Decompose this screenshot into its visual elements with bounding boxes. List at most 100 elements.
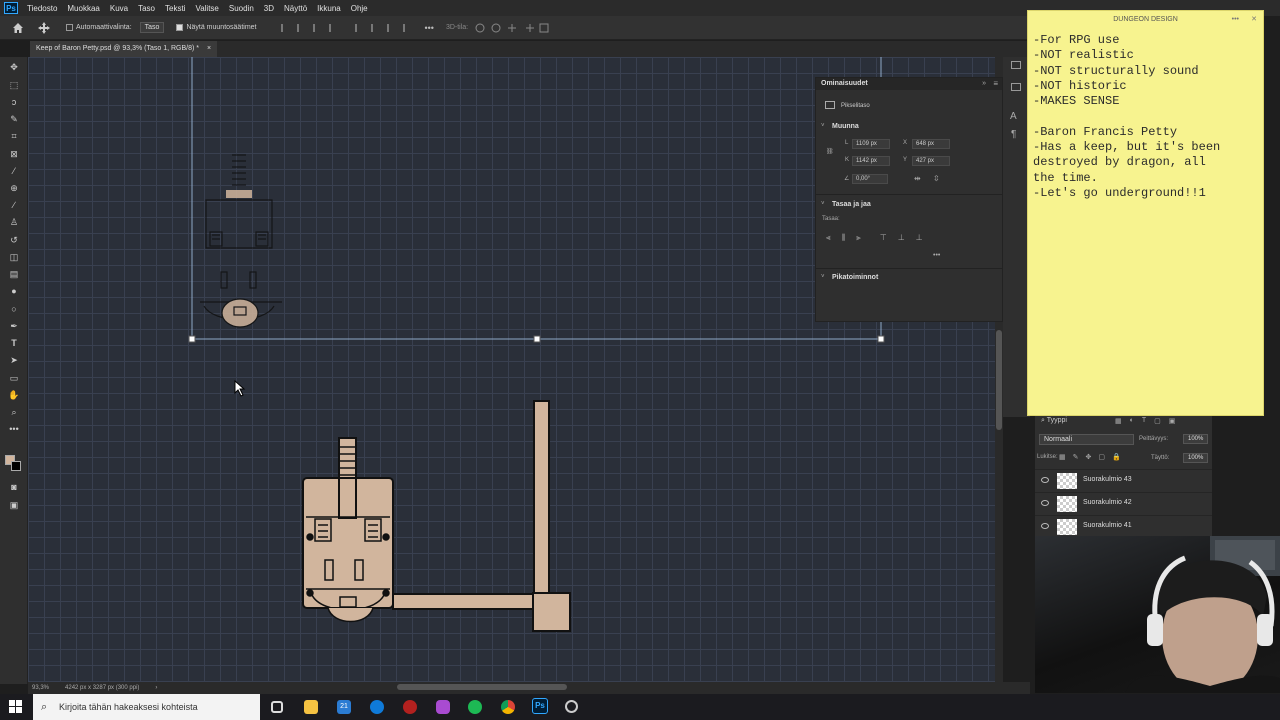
align-heading[interactable]: Tasaa ja jaa bbox=[832, 201, 871, 208]
document-tab[interactable]: Keep of Baron Petty.psd @ 93,3% (Taso 1,… bbox=[30, 41, 218, 57]
filter-pixel-icon[interactable]: ▦ bbox=[1115, 417, 1122, 425]
flip-horizontal-icon[interactable]: ⇹ bbox=[914, 174, 921, 183]
calendar-icon[interactable]: 21 bbox=[337, 700, 351, 714]
edge-browser-icon[interactable] bbox=[370, 700, 384, 714]
fill-field[interactable]: 100% bbox=[1183, 453, 1209, 463]
more-align-options-icon[interactable]: ••• bbox=[933, 252, 940, 259]
hand-tool-icon[interactable]: ✋ bbox=[7, 389, 21, 401]
align-right-icon[interactable] bbox=[312, 23, 321, 32]
more-options-icon[interactable]: ••• bbox=[425, 23, 434, 33]
3d-tools-icons[interactable] bbox=[474, 22, 554, 34]
distribute-icon[interactable] bbox=[328, 23, 337, 32]
align-bottom-icon[interactable] bbox=[386, 23, 395, 32]
rectangle-tool-icon[interactable]: ▭ bbox=[7, 372, 21, 384]
show-transform-checkbox[interactable] bbox=[176, 24, 184, 31]
sticky-menu-icon[interactable]: ••• bbox=[1232, 11, 1239, 29]
align-left-edges-icon[interactable]: ⫷ bbox=[826, 233, 831, 243]
align-right-edges-icon[interactable]: ⫸ bbox=[856, 233, 861, 243]
brush-tool-icon[interactable]: ∕ bbox=[7, 199, 21, 211]
quick-actions-heading[interactable]: Pikatoiminnot bbox=[832, 274, 878, 281]
menu-filter[interactable]: Suodin bbox=[224, 4, 259, 13]
eyedropper-tool-icon[interactable]: ⁄ bbox=[7, 165, 21, 177]
zoom-readout[interactable]: 93,3% bbox=[32, 685, 49, 691]
zoom-tool-icon[interactable]: ⌕ bbox=[7, 406, 21, 418]
transform-chevron-icon[interactable]: ˅ bbox=[821, 123, 825, 129]
width-field[interactable]: 1109 px bbox=[852, 139, 890, 149]
lock-position-icon[interactable]: ✥ bbox=[1086, 453, 1092, 461]
crop-tool-icon[interactable]: ⌗ bbox=[7, 130, 21, 142]
chrome-icon[interactable] bbox=[501, 700, 515, 714]
quick-actions-chevron-icon[interactable]: ˅ bbox=[821, 274, 825, 280]
menu-select[interactable]: Valitse bbox=[190, 4, 223, 13]
blend-mode-dropdown[interactable]: Normaali bbox=[1039, 434, 1134, 445]
align-top-icon[interactable] bbox=[354, 23, 363, 32]
align-bottom-edges-icon[interactable]: ⊥ bbox=[916, 233, 923, 243]
taskbar-search-box[interactable]: ⌕ Kirjoita tähän hakeaksesi kohteista bbox=[33, 694, 260, 720]
gradient-tool-icon[interactable]: ▤ bbox=[7, 268, 21, 280]
file-explorer-icon[interactable] bbox=[304, 700, 318, 714]
collapse-panel-icon[interactable]: » bbox=[982, 80, 986, 87]
filter-type-icon[interactable]: T bbox=[1142, 417, 1146, 425]
obs-icon[interactable] bbox=[565, 700, 578, 713]
screen-mode-icon[interactable]: ▣ bbox=[7, 499, 21, 511]
align-top-edges-icon[interactable]: ⊤ bbox=[880, 233, 887, 243]
spotify-icon[interactable] bbox=[468, 700, 482, 714]
menu-window[interactable]: Ikkuna bbox=[312, 4, 346, 13]
height-field[interactable]: 1142 px bbox=[852, 156, 890, 166]
eye-icon[interactable] bbox=[1041, 523, 1049, 529]
properties-title[interactable]: Ominaisuudet bbox=[816, 78, 1002, 90]
align-center-icon[interactable] bbox=[296, 23, 305, 32]
sticky-note-header[interactable]: DUNGEON DESIGN ••• ✕ bbox=[1028, 11, 1263, 29]
background-color-swatch[interactable] bbox=[11, 461, 21, 471]
davinci-icon[interactable] bbox=[403, 700, 417, 714]
pen-tool-icon[interactable]: ✒ bbox=[7, 320, 21, 332]
quick-mask-icon[interactable]: ◙ bbox=[7, 481, 21, 493]
opacity-field[interactable]: 100% bbox=[1183, 434, 1209, 444]
task-view-icon[interactable] bbox=[271, 701, 283, 713]
distribute-vertical-icon[interactable] bbox=[402, 23, 411, 32]
photoshop-taskbar-icon[interactable]: Ps bbox=[532, 698, 548, 714]
vertical-scroll-thumb[interactable] bbox=[996, 330, 1002, 430]
menu-file[interactable]: Tiedosto bbox=[22, 4, 62, 13]
type-tool-icon[interactable]: T bbox=[7, 337, 21, 349]
menu-type[interactable]: Teksti bbox=[160, 4, 190, 13]
lasso-tool-icon[interactable]: ↄ bbox=[7, 96, 21, 108]
layer-row[interactable]: Suorakulmio 41 bbox=[1035, 515, 1212, 537]
sticky-close-icon[interactable]: ✕ bbox=[1251, 11, 1257, 29]
paragraph-panel-icon[interactable]: ¶ bbox=[1011, 129, 1016, 140]
align-left-icon[interactable] bbox=[280, 23, 289, 32]
blur-tool-icon[interactable]: ● bbox=[7, 285, 21, 297]
panel-menu-icon[interactable]: ≡ bbox=[993, 79, 998, 88]
eraser-tool-icon[interactable]: ◫ bbox=[7, 251, 21, 263]
y-field[interactable]: 427 px bbox=[912, 156, 950, 166]
filter-shape-icon[interactable]: ▢ bbox=[1154, 417, 1161, 425]
layer-comps-icon[interactable] bbox=[1011, 61, 1021, 69]
show-transform-option[interactable]: Näytä muuntosäätimet bbox=[176, 24, 257, 31]
lock-transparent-icon[interactable]: ▦ bbox=[1059, 453, 1066, 461]
align-chevron-icon[interactable]: ˅ bbox=[821, 201, 825, 207]
auto-select-checkbox[interactable] bbox=[66, 24, 73, 31]
align-middle-icon[interactable] bbox=[370, 23, 379, 32]
marquee-tool-icon[interactable]: ⬚ bbox=[7, 79, 21, 91]
history-panel-icon[interactable] bbox=[1011, 83, 1021, 91]
auto-select-option[interactable]: Automaattivalinta: bbox=[66, 24, 132, 31]
history-brush-tool-icon[interactable]: ↺ bbox=[7, 234, 21, 246]
filter-adjust-icon[interactable]: ◐ bbox=[1130, 417, 1134, 425]
auto-select-target-dropdown[interactable]: Taso bbox=[139, 22, 165, 33]
menu-3d[interactable]: 3D bbox=[259, 4, 279, 13]
layer-row[interactable]: Suorakulmio 43 bbox=[1035, 469, 1212, 491]
sticky-note-text[interactable]: -For RPG use -NOT realistic -NOT structu… bbox=[1028, 29, 1263, 201]
menu-image[interactable]: Kuva bbox=[105, 4, 133, 13]
flip-vertical-icon[interactable]: ⇳ bbox=[933, 174, 940, 183]
dodge-tool-icon[interactable]: ○ bbox=[7, 303, 21, 315]
move-tool-icon[interactable]: ✥ bbox=[7, 61, 21, 73]
quick-select-tool-icon[interactable]: ✎ bbox=[7, 113, 21, 125]
filter-smart-icon[interactable]: ▣ bbox=[1169, 417, 1176, 425]
discord-icon[interactable] bbox=[436, 700, 450, 714]
align-h-centers-icon[interactable]: ⫼ bbox=[842, 233, 846, 243]
clone-stamp-tool-icon[interactable]: ♙ bbox=[7, 216, 21, 228]
menu-layer[interactable]: Taso bbox=[133, 4, 160, 13]
eye-icon[interactable] bbox=[1041, 500, 1049, 506]
align-v-centers-icon[interactable]: ⊥ bbox=[898, 233, 905, 243]
home-icon[interactable] bbox=[12, 22, 24, 34]
